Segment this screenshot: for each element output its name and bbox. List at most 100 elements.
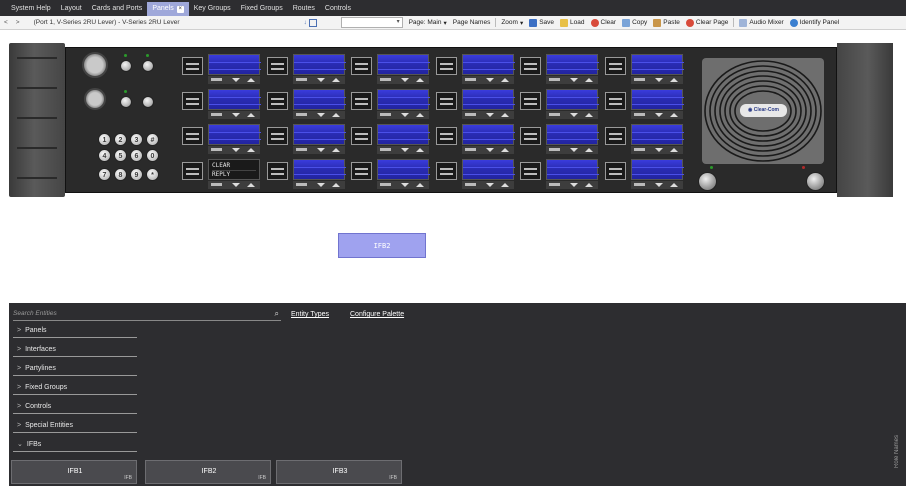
keypad-key[interactable]: 4 [98,149,111,162]
lever-up-icon[interactable] [247,113,255,117]
lever-up-icon[interactable] [331,113,340,117]
tab-fixed-groups[interactable]: Fixed Groups [236,2,288,16]
lever-up-icon[interactable] [585,183,593,187]
lever-down-icon[interactable] [401,78,409,82]
key-display[interactable] [630,89,684,110]
key-display[interactable] [377,54,430,75]
key-button[interactable] [435,92,457,110]
lever-down-icon[interactable] [485,78,494,82]
key-button[interactable] [604,92,626,110]
audio-mixer-button[interactable]: Audio Mixer [736,18,786,27]
key-display[interactable] [546,54,599,75]
paste-button[interactable]: Paste [650,18,683,27]
lever-rocker[interactable] [630,181,683,189]
lever-key[interactable] [603,88,687,120]
lever-rocker[interactable] [292,181,345,189]
lever-key[interactable] [180,88,264,120]
lever-down-icon[interactable] [316,148,325,152]
key-display[interactable] [208,89,261,110]
key-display[interactable] [292,124,346,145]
lever-key[interactable]: CLEAR REPLY [180,158,264,190]
lever-rocker[interactable] [461,111,514,119]
category-fixed-groups[interactable]: > Fixed Groups [13,382,137,395]
keypad-key[interactable]: # [146,133,159,146]
lever-down-icon[interactable] [485,113,494,117]
key-button[interactable] [604,57,626,75]
lever-up-icon[interactable] [331,148,340,152]
tab-panels[interactable]: Panels × [147,2,189,16]
lever-key[interactable] [518,53,602,85]
ifb-palette-item[interactable]: IFB3 IFB [276,460,402,484]
lever-down-icon[interactable] [316,183,325,187]
lever-up-icon[interactable] [500,113,509,117]
keypad-key[interactable]: 5 [114,149,127,162]
lever-rocker[interactable] [546,181,598,189]
lever-up-icon[interactable] [247,78,255,82]
lever-rocker[interactable] [461,146,514,154]
lever-key[interactable] [349,123,433,155]
lever-down-icon[interactable] [316,78,325,82]
category-ifbs[interactable]: ⌄ IFBs [13,439,137,452]
lever-up-icon[interactable] [500,78,509,82]
lever-rocker[interactable] [377,111,429,119]
lever-rocker[interactable] [377,76,429,84]
key-display[interactable] [208,54,261,75]
save-button[interactable]: Save [526,18,557,27]
lever-up-icon[interactable] [669,113,678,117]
lever-down-icon[interactable] [401,113,409,117]
keypad-key[interactable]: 0 [146,149,159,162]
lever-key[interactable] [434,158,518,190]
lever-key[interactable] [180,123,264,155]
lever-up-icon[interactable] [585,148,593,152]
category-interfaces[interactable]: > Interfaces [13,344,137,357]
lever-down-icon[interactable] [654,78,663,82]
key-button[interactable] [520,57,541,75]
lever-down-icon[interactable] [232,183,240,187]
lever-rocker[interactable] [630,111,683,119]
lever-rocker[interactable] [292,76,345,84]
tab-cards-and-ports[interactable]: Cards and Ports [87,2,148,16]
lever-rocker[interactable] [630,146,683,154]
page-names-button[interactable]: Page Names [450,19,494,26]
keypad-key[interactable]: 9 [130,168,143,181]
search-entities-input[interactable]: Search Entities ⌕ [13,308,281,321]
key-display[interactable] [292,159,346,180]
identify-panel-button[interactable]: Identify Panel [787,18,842,27]
lever-rocker[interactable] [461,181,514,189]
close-icon[interactable]: × [176,5,184,13]
mic-knob[interactable] [120,60,132,72]
lever-key[interactable] [434,53,518,85]
category-panels[interactable]: > Panels [13,325,137,338]
lever-down-icon[interactable] [654,113,663,117]
key-display[interactable] [461,54,515,75]
lever-down-icon[interactable] [654,183,663,187]
lever-key[interactable] [518,158,602,190]
lever-up-icon[interactable] [669,183,678,187]
lever-up-icon[interactable] [331,78,340,82]
key-display[interactable] [377,124,430,145]
lever-key[interactable] [349,88,433,120]
lever-rocker[interactable] [546,111,598,119]
lever-down-icon[interactable] [570,78,578,82]
lever-rocker[interactable] [208,181,260,189]
page-dropdown[interactable]: Page: Main ▾ [406,19,450,27]
lever-down-icon[interactable] [570,113,578,117]
left-jog-knob[interactable] [698,172,717,191]
keypad-key[interactable]: 6 [130,149,143,162]
lever-up-icon[interactable] [669,78,678,82]
key-button[interactable] [435,162,457,180]
key-display[interactable] [546,124,599,145]
zoom-dropdown[interactable]: Zoom ▾ [498,19,526,27]
category-partylines[interactable]: > Partylines [13,363,137,376]
copy-button[interactable]: Copy [619,18,650,27]
lever-key[interactable] [518,123,602,155]
key-display[interactable] [630,54,684,75]
lever-rocker[interactable] [377,146,429,154]
lever-key[interactable] [349,158,433,190]
lever-up-icon[interactable] [500,148,509,152]
lever-key[interactable] [265,158,349,190]
back-button[interactable]: < [0,19,12,26]
lever-down-icon[interactable] [401,148,409,152]
key-display[interactable] [292,89,346,110]
sort-order-icon[interactable] [308,18,317,27]
